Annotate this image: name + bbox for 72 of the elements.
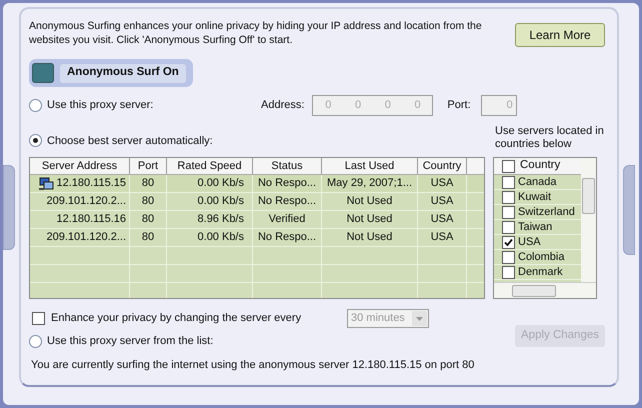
table-row[interactable]: 209.101.120.2... 80 0.00 Kb/s No Respo... Not Used USA	[30, 229, 484, 247]
vertical-scrollbar[interactable]	[581, 158, 596, 282]
checkbox[interactable]	[32, 312, 45, 324]
port-label: Port:	[447, 98, 471, 113]
country-item[interactable]: Canada	[518, 176, 557, 188]
table-cell: May 29, 2007;1...	[322, 175, 418, 192]
table-cell: 80	[130, 211, 167, 228]
use-proxy-label: Use this proxy server:	[47, 98, 154, 113]
table-cell: Verified	[253, 211, 322, 228]
table-cell: 8.96 Kb/s	[167, 211, 253, 228]
table-cell: USA	[418, 175, 467, 192]
checkbox[interactable]	[502, 176, 515, 188]
use-list-label: Use this proxy server from the list:	[47, 334, 214, 349]
toggle-knob-icon	[32, 63, 54, 83]
table-cell: USA	[418, 193, 467, 210]
column-header[interactable]: Status	[253, 158, 322, 174]
radio-button[interactable]	[29, 98, 42, 112]
table-cell: No Respo...	[253, 175, 322, 192]
column-header[interactable]: Rated Speed	[167, 158, 253, 174]
table-cell: 0.00 Kb/s	[167, 193, 253, 210]
checkbox[interactable]	[502, 250, 515, 264]
checkbox[interactable]	[502, 266, 515, 278]
auto-server-label: Choose best server automatically:	[47, 134, 213, 148]
intro-text: Anonymous Surfing enhances your online privacy by hiding your IP address and location from the websites you visit. Click 'Anonymous Surfing Off' to start.	[29, 19, 483, 47]
country-item[interactable]: Colombia	[518, 250, 564, 264]
checkbox[interactable]	[502, 190, 515, 204]
table-cell: 80	[130, 229, 167, 246]
checkbox[interactable]	[502, 236, 515, 248]
table-cell: Not Used	[322, 229, 418, 246]
table-cell: Not Used	[322, 193, 418, 210]
address-octet: 0	[325, 98, 332, 113]
table-cell: 209.101.120.2...	[30, 229, 130, 246]
checkbox[interactable]	[502, 220, 515, 234]
table-cell: Not Used	[322, 211, 418, 228]
column-header[interactable]: Country	[418, 158, 467, 174]
address-octet: 0	[384, 98, 391, 113]
table-cell: 80	[130, 193, 167, 210]
table-cell: No Respo...	[253, 229, 322, 246]
checkbox[interactable]	[502, 160, 515, 172]
horizontal-scrollbar[interactable]	[494, 282, 596, 298]
column-header[interactable]: Port	[130, 158, 167, 174]
country-item[interactable]: Denmark	[518, 266, 563, 278]
table-cell: 0.00 Kb/s	[167, 229, 253, 246]
address-octet: 0	[414, 98, 421, 113]
address-label: Address:	[261, 98, 304, 113]
table-cell: 12.180.115.16	[30, 211, 130, 228]
table-cell: 12.180.115.15	[30, 175, 130, 192]
table-row[interactable]: 209.101.120.2... 80 0.00 Kb/s No Respo... Not Used USA	[30, 193, 484, 211]
table-cell: USA	[418, 211, 467, 228]
column-header[interactable]: Server Address	[30, 158, 130, 174]
computer-icon	[39, 176, 54, 190]
country-item[interactable]: Kuwait	[518, 190, 552, 204]
radio-button[interactable]	[29, 134, 42, 148]
table-row[interactable]: 12.180.115.16 80 8.96 Kb/s Verified Not Used USA	[30, 211, 484, 229]
table-cell: 80	[130, 175, 167, 192]
radio-button[interactable]	[29, 334, 42, 348]
checkbox[interactable]	[502, 206, 515, 218]
learn-more-button[interactable]: Learn More	[515, 23, 605, 47]
status-text: You are currently surfing the internet using the anonymous server 12.180.115.15 on port 80	[30, 358, 476, 373]
table-cell: USA	[418, 229, 467, 246]
table-cell: No Respo...	[253, 193, 322, 210]
address-octet: 0	[354, 98, 362, 113]
table-cell: 0.00 Kb/s	[167, 175, 253, 192]
column-header[interactable]: Last Used	[322, 158, 418, 174]
country-item[interactable]: Switzerland	[518, 206, 575, 218]
surf-toggle[interactable]: Anonymous Surf On	[29, 59, 193, 87]
enhance-label: Enhance your privacy by changing the server every	[51, 310, 302, 326]
countries-hint: Use servers located in countries below	[495, 125, 605, 151]
table-cell: 209.101.120.2...	[30, 193, 130, 210]
country-item[interactable]: USA	[518, 236, 541, 248]
table-row[interactable]: 12.180.115.15 80 0.00 Kb/s No Respo... May 29, 2007;1... USA	[30, 175, 484, 193]
country-item[interactable]: Taiwan	[518, 220, 552, 234]
